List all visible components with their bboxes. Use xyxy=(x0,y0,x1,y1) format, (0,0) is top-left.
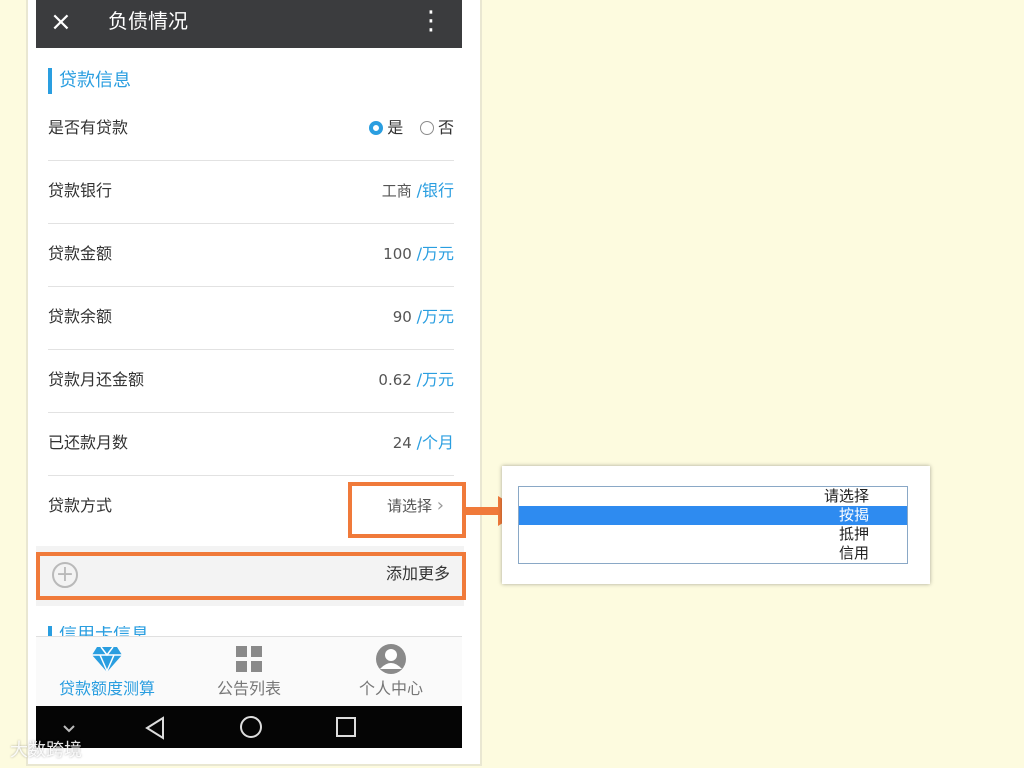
option-mortgage[interactable]: 按揭 xyxy=(519,506,907,525)
row-label: 贷款金额 xyxy=(48,244,113,263)
watermark: 大数跨境 xyxy=(10,740,82,761)
section-title-credit-card: 信用卡信息 xyxy=(48,626,149,636)
highlight-loan-type xyxy=(348,482,466,538)
row-value[interactable]: 100 /万元 xyxy=(383,242,454,266)
title-bar: × 负债情况 ⋮ xyxy=(36,0,462,48)
tab-label: 个人中心 xyxy=(358,679,423,698)
row-loan-balance[interactable]: 贷款余额 90 /万元 xyxy=(48,287,454,350)
radio-no[interactable]: 否 xyxy=(419,118,454,137)
tab-label: 公告列表 xyxy=(216,679,281,698)
section-title-loan-info: 贷款信息 xyxy=(48,68,131,94)
row-value[interactable]: 0.62 /万元 xyxy=(378,368,454,392)
recents-icon[interactable] xyxy=(334,715,358,739)
option-please-select[interactable]: 请选择 xyxy=(519,487,907,506)
row-loan-amount[interactable]: 贷款金额 100 /万元 xyxy=(48,224,454,287)
row-value[interactable]: 工商 /银行 xyxy=(382,179,454,203)
phone-frame: × 负债情况 ⋮ 贷款信息 是否有贷款 是 否 贷款银行 工商 /银行 贷款金额… xyxy=(28,0,480,764)
row-unit: /个月 xyxy=(416,433,454,452)
option-pledge[interactable]: 抵押 xyxy=(519,525,907,544)
user-icon xyxy=(376,644,406,674)
loan-type-options-list[interactable]: 请选择 按揭 抵押 信用 xyxy=(518,486,908,564)
grid-icon xyxy=(236,646,262,672)
more-menu-icon[interactable]: ⋮ xyxy=(418,4,444,38)
bottom-tab-bar: 贷款额度测算 公告列表 个人中心 xyxy=(36,636,462,707)
page-title: 负债情况 xyxy=(108,9,188,33)
row-monthly-repayment[interactable]: 贷款月还金额 0.62 /万元 xyxy=(48,350,454,413)
row-months-repaid[interactable]: 已还款月数 24 /个月 xyxy=(48,413,454,476)
row-label: 已还款月数 xyxy=(48,433,129,452)
row-has-loan: 是否有贷款 是 否 xyxy=(48,98,454,161)
tab-announcements[interactable]: 公告列表 xyxy=(178,637,320,707)
radio-checked-icon xyxy=(369,120,384,135)
option-credit[interactable]: 信用 xyxy=(519,544,907,563)
row-unit: /万元 xyxy=(416,370,454,389)
row-label: 贷款月还金额 xyxy=(48,370,145,389)
row-value[interactable]: 90 /万元 xyxy=(393,305,454,329)
row-label: 贷款银行 xyxy=(48,181,113,200)
row-label: 贷款余额 xyxy=(48,307,113,326)
tab-label: 贷款额度测算 xyxy=(58,679,155,698)
highlight-add-more xyxy=(36,552,466,600)
row-label: 贷款方式 xyxy=(48,496,113,515)
tab-profile[interactable]: 个人中心 xyxy=(320,637,462,707)
radio-yes[interactable]: 是 xyxy=(369,118,403,137)
radio-unchecked-icon xyxy=(419,120,434,135)
row-label: 是否有贷款 xyxy=(48,118,129,137)
row-loan-bank[interactable]: 贷款银行 工商 /银行 xyxy=(48,161,454,224)
back-icon[interactable] xyxy=(144,716,166,740)
row-unit: /万元 xyxy=(416,244,454,263)
loan-type-dropdown-popup: 请选择 按揭 抵押 信用 xyxy=(502,466,930,584)
has-loan-radio-group: 是 否 xyxy=(357,116,454,140)
row-unit: /银行 xyxy=(416,181,454,200)
chevron-down-icon[interactable] xyxy=(62,724,76,734)
row-value[interactable]: 24 /个月 xyxy=(393,431,454,455)
android-nav-bar xyxy=(36,706,462,748)
row-unit: /万元 xyxy=(416,307,454,326)
home-icon[interactable] xyxy=(238,714,264,740)
diamond-icon xyxy=(92,646,122,673)
tab-loan-calculator[interactable]: 贷款额度测算 xyxy=(36,637,178,707)
close-icon[interactable]: × xyxy=(50,4,72,40)
